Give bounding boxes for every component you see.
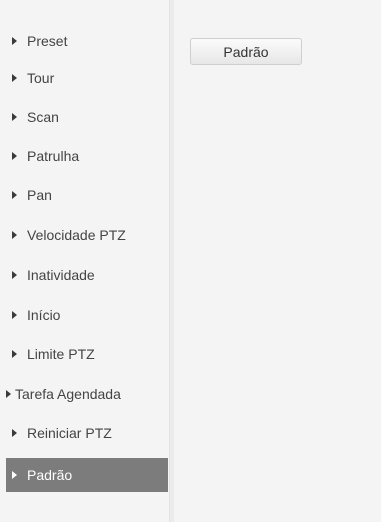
triangle-right-icon	[12, 74, 17, 82]
sidebar-item-padrao[interactable]: Padrão	[6, 458, 168, 492]
sidebar-item-preset[interactable]: Preset	[6, 24, 168, 58]
sidebar-item-label: Tour	[27, 70, 55, 86]
sidebar-item-limite-ptz[interactable]: Limite PTZ	[6, 337, 168, 371]
triangle-right-icon	[12, 271, 17, 279]
sidebar-item-label: Preset	[27, 33, 68, 49]
sidebar-item-label: Reiniciar PTZ	[27, 425, 112, 441]
sidebar-item-inicio[interactable]: Início	[6, 298, 168, 332]
sidebar-item-label: Padrão	[27, 467, 73, 483]
sidebar-item-tarefa-agendada[interactable]: Tarefa Agendada	[6, 377, 168, 411]
default-button[interactable]: Padrão	[190, 38, 302, 65]
sidebar-item-label: Patrulha	[27, 148, 80, 164]
sidebar-item-label: Tarefa Agendada	[15, 386, 121, 402]
ptz-settings-panel: Preset Tour Scan Patrulha Pan Velocidade…	[0, 0, 381, 522]
sidebar-item-label: Início	[27, 307, 61, 323]
triangle-right-icon	[12, 113, 17, 121]
triangle-right-icon	[12, 429, 17, 437]
sidebar-item-velocidade-ptz[interactable]: Velocidade PTZ	[6, 218, 168, 252]
sidebar-item-reiniciar-ptz[interactable]: Reiniciar PTZ	[6, 416, 168, 450]
sidebar-item-label: Velocidade PTZ	[27, 227, 126, 243]
triangle-right-icon	[12, 311, 17, 319]
sidebar-item-inatividade[interactable]: Inatividade	[6, 258, 168, 292]
triangle-right-icon	[12, 471, 17, 479]
triangle-right-icon	[12, 231, 17, 239]
sidebar-item-label: Pan	[27, 187, 52, 203]
sidebar-item-scan[interactable]: Scan	[6, 100, 168, 134]
main-content: Padrão	[174, 0, 381, 522]
sidebar-item-tour[interactable]: Tour	[6, 61, 168, 95]
triangle-right-icon	[12, 37, 17, 45]
sidebar-item-label: Limite PTZ	[27, 346, 95, 362]
triangle-right-icon	[12, 350, 17, 358]
triangle-right-icon	[6, 390, 11, 398]
sidebar-item-patrulha[interactable]: Patrulha	[6, 139, 168, 173]
sidebar-item-pan[interactable]: Pan	[6, 178, 168, 212]
triangle-right-icon	[12, 152, 17, 160]
triangle-right-icon	[12, 191, 17, 199]
sidebar-item-label: Inatividade	[27, 267, 95, 283]
sidebar-item-label: Scan	[27, 109, 59, 125]
sidebar: Preset Tour Scan Patrulha Pan Velocidade…	[0, 0, 168, 522]
